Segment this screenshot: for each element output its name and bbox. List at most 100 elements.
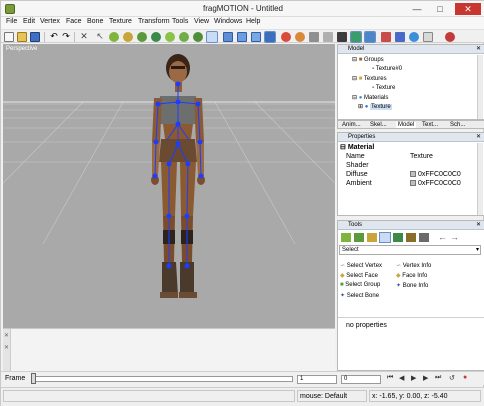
tab-model[interactable]: Model (396, 122, 417, 128)
close-icon[interactable]: ✕ (476, 221, 481, 230)
render-icon[interactable] (337, 32, 347, 42)
tool-rotate-icon[interactable] (367, 233, 377, 242)
select-bone-icon[interactable] (151, 32, 161, 42)
menu-vertex[interactable]: Vertex (40, 18, 60, 25)
tool-select-face[interactable]: ◆ Select Face (340, 272, 378, 279)
record-icon[interactable] (445, 32, 455, 42)
menu-windows[interactable]: Windows (214, 18, 242, 25)
select-vertex-icon[interactable] (109, 32, 119, 42)
tree-item-texture[interactable]: ▪ Texture (372, 85, 395, 91)
property-row[interactable]: Shader (338, 162, 484, 171)
first-frame-icon[interactable]: ⏮ (387, 374, 393, 382)
property-row[interactable]: Ambient 0xFFC0C0C0 (338, 180, 484, 189)
timeline-slider-handle[interactable] (31, 373, 36, 384)
property-row[interactable]: Name Texture (338, 153, 484, 162)
property-row[interactable]: Diffuse 0xFFC0C0C0 (338, 171, 484, 180)
close-icon[interactable]: ✕ (476, 133, 481, 142)
tool-move-icon[interactable] (354, 233, 364, 242)
properties-scrollbar[interactable] (477, 143, 483, 215)
color-icon[interactable] (381, 32, 391, 42)
3d-viewport[interactable]: Perspective (3, 44, 335, 328)
timeline-track[interactable] (31, 376, 293, 382)
tool-select-group[interactable]: ■ Select Group (340, 282, 380, 288)
view-top-icon[interactable] (251, 32, 261, 42)
tool-vertex-info[interactable]: ∽ Vertex Info (396, 262, 431, 269)
menu-tools[interactable]: Tools (172, 18, 188, 25)
redo-icon[interactable]: ↷ (61, 32, 71, 42)
arrow-right-icon[interactable]: → (450, 232, 459, 242)
tool-mode-select[interactable]: Select ▾ (339, 245, 481, 255)
menu-bone[interactable]: Bone (87, 18, 103, 25)
tool-scale-icon[interactable] (393, 233, 403, 242)
move-icon[interactable] (165, 32, 175, 42)
menu-transform[interactable]: Transform (138, 18, 170, 25)
menu-texture[interactable]: Texture (109, 18, 132, 25)
record-icon[interactable]: ● (463, 374, 467, 381)
tab-skel[interactable]: Skel... (370, 122, 387, 128)
frame-icon[interactable] (423, 32, 433, 42)
tool-select-bone[interactable]: ✦ Select Bone (340, 292, 379, 299)
menu-file[interactable]: File (6, 18, 17, 25)
open-folder-icon[interactable] (17, 32, 27, 42)
close-icon[interactable]: ✕ (476, 45, 481, 54)
loop-icon[interactable]: ↺ (449, 374, 455, 382)
close-icon[interactable]: ✕ (4, 344, 9, 351)
bone-mode-icon[interactable] (206, 31, 218, 43)
select-group-icon[interactable] (137, 32, 147, 42)
view-side-icon[interactable] (237, 32, 247, 42)
minimize-button[interactable]: — (410, 3, 424, 15)
model-panel-header: Model ✕ (338, 45, 484, 54)
delete-icon[interactable]: ✕ (79, 32, 89, 42)
tab-anim[interactable]: Anim... (342, 122, 361, 128)
solid-icon[interactable] (323, 32, 333, 42)
tool-weld-icon[interactable] (419, 233, 429, 242)
menu-edit[interactable]: Edit (23, 18, 35, 25)
tab-text[interactable]: Text... (422, 122, 438, 128)
tool-paint-icon[interactable] (406, 233, 416, 242)
tab-sch[interactable]: Sch... (450, 122, 465, 128)
camera-icon[interactable] (409, 32, 419, 42)
tree-item-groups[interactable]: ⊟ ■ Groups (352, 56, 384, 63)
play-icon[interactable]: ▶ (411, 374, 416, 382)
view-perspective-icon[interactable] (264, 31, 276, 43)
frame-input[interactable]: 1 (297, 375, 337, 384)
light-icon[interactable] (281, 32, 291, 42)
status-message (3, 390, 295, 402)
close-button[interactable]: ✕ (455, 3, 481, 15)
cursor-icon[interactable]: ↖ (95, 32, 105, 42)
tool-select-icon[interactable] (341, 233, 351, 242)
rotate-icon[interactable] (179, 32, 189, 42)
new-file-icon[interactable] (4, 32, 14, 42)
select-face-icon[interactable] (123, 32, 133, 42)
scale-icon[interactable] (193, 32, 203, 42)
tool-face-info[interactable]: ◆ Face Info (396, 272, 427, 279)
menu-help[interactable]: Help (246, 18, 260, 25)
wireframe-icon[interactable] (309, 32, 319, 42)
tool-bone-info[interactable]: ✦ Bone Info (396, 282, 428, 289)
menu-view[interactable]: View (194, 18, 209, 25)
layout-icon[interactable] (395, 32, 405, 42)
texture-mode-icon[interactable] (295, 32, 305, 42)
snap-icon[interactable] (364, 31, 376, 43)
maximize-button[interactable]: □ (433, 3, 447, 15)
tree-item-textures[interactable]: ⊟ ■ Textures (352, 75, 387, 82)
prev-frame-icon[interactable]: ◀ (399, 374, 404, 382)
tool-bone-icon[interactable] (379, 232, 391, 243)
grid-icon[interactable] (350, 31, 362, 43)
lower-panel-sidebar: ✕ ✕ (3, 329, 11, 372)
view-front-icon[interactable] (223, 32, 233, 42)
close-icon[interactable]: ✕ (4, 332, 9, 339)
end-frame-input[interactable]: 0 (341, 375, 381, 384)
last-frame-icon[interactable]: ⏭ (435, 374, 441, 382)
next-frame-icon[interactable]: ▶ (423, 374, 428, 382)
undo-icon[interactable]: ↶ (49, 32, 59, 42)
menu-face[interactable]: Face (66, 18, 82, 25)
arrow-left-icon[interactable]: ← (438, 232, 447, 242)
tree-item-material-texture[interactable]: ⊞ ● Texture (358, 103, 392, 110)
model-panel-scrollbar[interactable] (477, 55, 483, 119)
model-panel: Model ✕ ⊟ ■ Groups ▪ Texture#0 ⊟ ■ Textu… (337, 44, 484, 120)
tree-item-materials[interactable]: ⊟ ● Materials (352, 94, 388, 101)
tool-select-vertex[interactable]: ∽ Select Vertex (340, 262, 382, 269)
save-icon[interactable] (30, 32, 40, 42)
tree-item-texture-group[interactable]: ▪ Texture#0 (372, 66, 402, 72)
